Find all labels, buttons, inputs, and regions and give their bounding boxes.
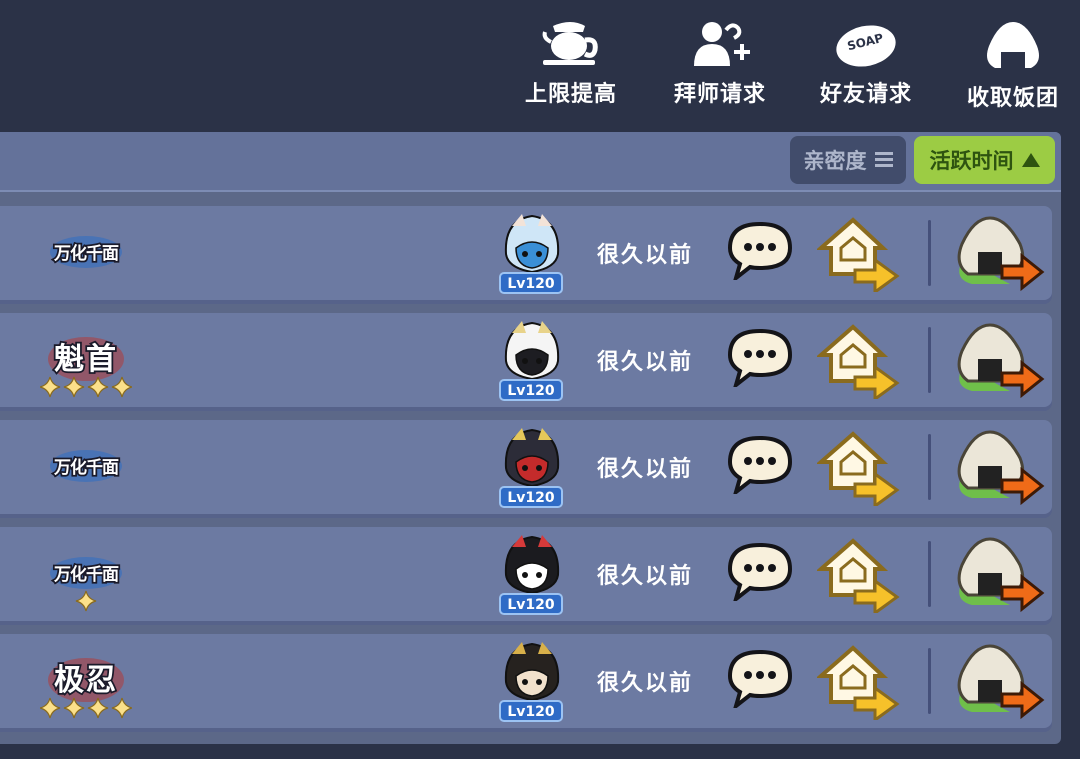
chat-bubble-icon — [726, 328, 794, 391]
chat-button[interactable] — [726, 541, 794, 605]
level-badge: Lv120 — [499, 379, 563, 401]
svg-text:万化千面: 万化千面 — [53, 243, 119, 264]
send-rice-ball-button[interactable] — [950, 535, 1046, 617]
level-badge: Lv120 — [499, 700, 563, 722]
chat-button[interactable] — [726, 220, 794, 284]
last-active-text: 很久以前 — [597, 564, 694, 589]
teapot-icon — [542, 22, 598, 65]
svg-text:极忍: 极忍 — [54, 663, 118, 698]
rice-ball-arrow-icon — [950, 323, 1046, 407]
collect-rice-ball-label: 收取饭团 — [966, 86, 1059, 111]
apprentice-request-label: 拜师请求 — [673, 82, 766, 107]
friend-row[interactable]: 万化千面 Lv120 很久以前 — [0, 420, 1052, 514]
home-arrow-icon — [815, 538, 901, 617]
friend-row[interactable]: 万化千面 Lv120 很久以前 — [0, 206, 1052, 300]
visit-home-button[interactable] — [815, 642, 901, 723]
last-active-text: 很久以前 — [597, 671, 694, 696]
chat-bubble-icon — [726, 542, 794, 605]
divider — [928, 648, 931, 714]
last-active-text: 很久以前 — [597, 350, 694, 375]
svg-text:魁首: 魁首 — [54, 342, 118, 377]
rice-ball-arrow-icon — [950, 537, 1046, 621]
apprentice-request-icon — [694, 22, 750, 66]
rice-ball-arrow-icon — [950, 644, 1046, 728]
raise-limit-button[interactable]: 上限提高 — [511, 20, 631, 115]
level-badge: Lv120 — [499, 593, 563, 615]
chat-bubble-icon — [726, 435, 794, 498]
divider — [928, 434, 931, 500]
menu-icon — [874, 152, 893, 167]
raise-limit-label: 上限提高 — [524, 82, 617, 107]
collect-rice-ball-button[interactable]: 收取饭团 — [953, 20, 1073, 115]
friend-request-button[interactable]: SOAP 好友请求 — [806, 20, 926, 115]
title-badge: 极忍 — [39, 648, 133, 719]
triangle-up-icon — [1021, 153, 1040, 167]
divider — [928, 220, 931, 286]
home-arrow-icon — [815, 324, 901, 403]
soap-friend-request-icon: SOAP — [836, 25, 896, 67]
visit-home-button[interactable] — [815, 214, 901, 295]
chat-bubble-icon — [726, 649, 794, 712]
sort-activity-button[interactable]: 活跃时间 — [914, 136, 1055, 184]
send-rice-ball-button[interactable] — [950, 321, 1046, 403]
level-badge: Lv120 — [499, 486, 563, 508]
chat-button[interactable] — [726, 327, 794, 391]
rice-ball-arrow-icon — [950, 216, 1046, 300]
level-badge: Lv120 — [499, 272, 563, 294]
chat-button[interactable] — [726, 648, 794, 712]
home-arrow-icon — [815, 645, 901, 724]
sort-affinity-label: 亲密度 — [803, 149, 867, 173]
last-active-text: 很久以前 — [597, 457, 694, 482]
title-badge: 万化千面 — [40, 220, 132, 290]
send-rice-ball-button[interactable] — [950, 642, 1046, 724]
visit-home-button[interactable] — [815, 321, 901, 402]
rice-ball-icon — [987, 22, 1039, 68]
visit-home-button[interactable] — [815, 535, 901, 616]
chat-bubble-icon — [726, 221, 794, 284]
svg-text:万化千面: 万化千面 — [53, 457, 119, 478]
sort-header: 亲密度 活跃时间 — [0, 132, 1061, 192]
title-badge: 魁首 — [39, 327, 133, 398]
title-badge: 万化千面 — [40, 541, 132, 612]
friend-row[interactable]: 万化千面 Lv120 很久以前 — [0, 527, 1052, 621]
friend-row[interactable]: 极忍 Lv120 很久以前 — [0, 634, 1052, 728]
send-rice-ball-button[interactable] — [950, 428, 1046, 510]
visit-home-button[interactable] — [815, 428, 901, 509]
last-active-text: 很久以前 — [597, 243, 694, 268]
friend-row[interactable]: 魁首 Lv120 很久以前 — [0, 313, 1052, 407]
svg-text:万化千面: 万化千面 — [53, 564, 119, 585]
apprentice-request-button[interactable]: 拜师请求 — [660, 20, 780, 115]
send-rice-ball-button[interactable] — [950, 214, 1046, 296]
divider — [928, 541, 931, 607]
sort-activity-label: 活跃时间 — [929, 149, 1014, 173]
home-arrow-icon — [815, 431, 901, 510]
home-arrow-icon — [815, 217, 901, 296]
top-bar: 上限提高 拜师请求 SOAP 好友请求 收取饭团 — [0, 0, 1080, 132]
divider — [928, 327, 931, 393]
sort-affinity-button[interactable]: 亲密度 — [790, 136, 906, 184]
rice-ball-arrow-icon — [950, 430, 1046, 514]
chat-button[interactable] — [726, 434, 794, 498]
friend-request-label: 好友请求 — [819, 82, 912, 107]
title-badge: 万化千面 — [40, 434, 132, 504]
